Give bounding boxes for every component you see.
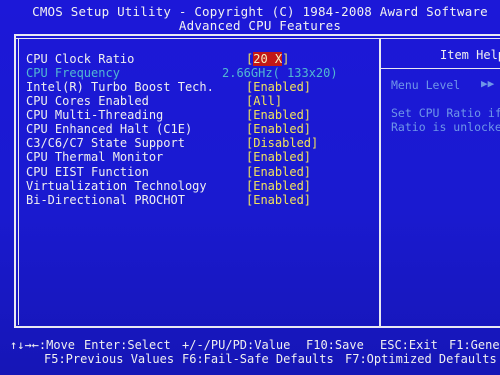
bios-screen: CMOS Setup Utility - Copyright (C) 1984-…: [0, 0, 500, 375]
frame-left-border: [14, 34, 16, 326]
setting-label: C3/C6/C7 State Support: [26, 136, 185, 150]
key-hint-exit[interactable]: ESC:Exit: [380, 338, 438, 352]
frame-left-inner-border: [18, 38, 19, 325]
setting-value[interactable]: [Disabled]: [246, 136, 318, 150]
setting-value[interactable]: [Enabled]: [246, 193, 311, 207]
setting-value[interactable]: [Enabled]: [246, 80, 311, 94]
setting-label: CPU Frequency: [26, 66, 120, 80]
help-panel-title: Item Help: [440, 48, 500, 62]
help-header-divider: [381, 68, 500, 69]
selected-value-highlight[interactable]: 20 X: [253, 52, 283, 66]
menu-level-label: Menu Level: [391, 78, 461, 92]
key-hint-general-help[interactable]: F1:General Help: [449, 338, 500, 352]
key-hint-move: ↑↓→←:Move: [10, 338, 76, 352]
setting-value[interactable]: [Enabled]: [246, 150, 311, 164]
utility-title: CMOS Setup Utility - Copyright (C) 1984-…: [32, 4, 488, 19]
setting-label: CPU Cores Enabled: [26, 94, 149, 108]
setting-value[interactable]: [20 X]: [246, 52, 289, 66]
help-text-line: Set CPU Ratio if: [391, 106, 500, 120]
setting-value[interactable]: [Enabled]: [246, 108, 311, 122]
setting-label: Intel(R) Turbo Boost Tech.: [26, 80, 214, 94]
setting-label: CPU EIST Function: [26, 165, 149, 179]
key-hint-optimized-defaults[interactable]: F7:Optimized Defaults: [345, 352, 497, 366]
page-title: Advanced CPU Features: [178, 18, 342, 33]
key-hint-previous-values[interactable]: F5:Previous Values: [44, 352, 174, 366]
key-hint-save[interactable]: F10:Save: [306, 338, 364, 352]
frame-bottom-border: [14, 326, 500, 328]
setting-label: CPU Multi-Threading: [26, 108, 164, 122]
menu-level-arrows-icon: ▶▶: [481, 77, 495, 90]
setting-label: Virtualization Technology: [26, 179, 207, 193]
key-hint-value: +/-/PU/PD:Value: [182, 338, 291, 352]
setting-value[interactable]: [All]: [246, 94, 282, 108]
setting-label: CPU Enhanced Halt (C1E): [26, 122, 193, 136]
setting-label: Bi-Directional PROCHOT: [26, 193, 185, 207]
help-text-line: Ratio is unlocked: [391, 120, 500, 134]
panel-divider: [379, 38, 381, 326]
setting-value[interactable]: [Enabled]: [246, 165, 311, 179]
frame-top-border: [14, 34, 500, 36]
key-hint-select: Enter:Select: [84, 338, 171, 352]
setting-value: 2.66GHz( 133x20): [222, 66, 338, 80]
setting-value[interactable]: [Enabled]: [246, 122, 311, 136]
setting-label: CPU Clock Ratio: [26, 52, 135, 66]
frame-top-inner-border: [14, 38, 500, 39]
key-hint-failsafe-defaults[interactable]: F6:Fail-Safe Defaults: [182, 352, 334, 366]
setting-label: CPU Thermal Monitor: [26, 150, 164, 164]
setting-value[interactable]: [Enabled]: [246, 179, 311, 193]
